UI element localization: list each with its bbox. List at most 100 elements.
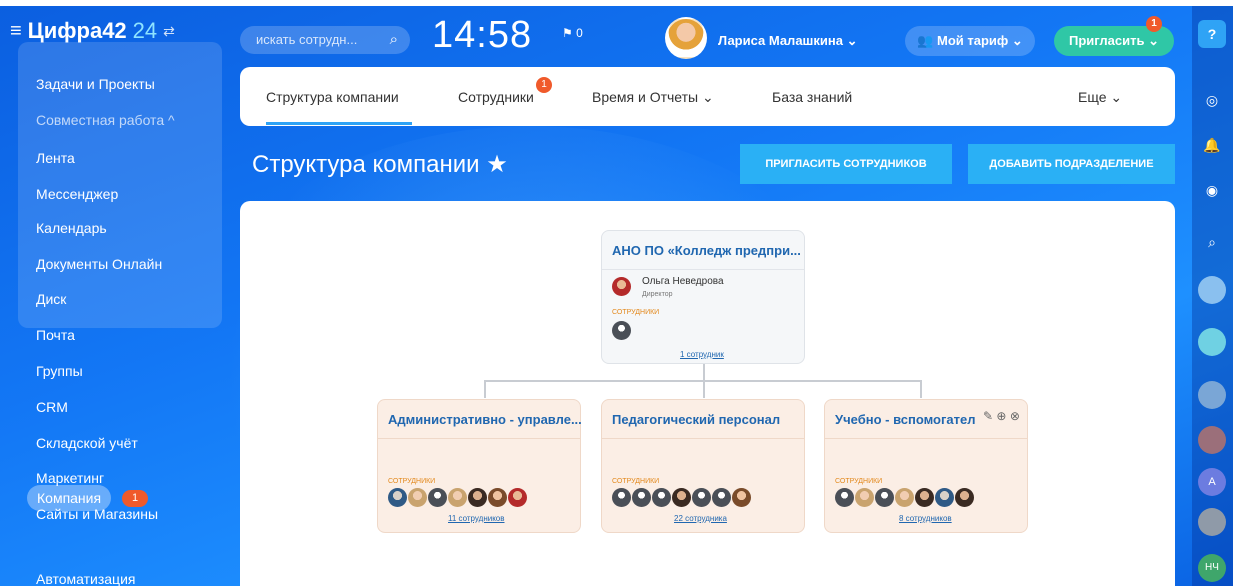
employee-avatar[interactable] bbox=[652, 488, 671, 507]
employee-avatar[interactable] bbox=[388, 488, 407, 507]
department-card-admin[interactable]: Административно - управле... СОТРУДНИКИ … bbox=[377, 399, 582, 533]
user-menu[interactable]: Лариса Малашкина ⌄ bbox=[718, 33, 857, 49]
employee-count-link[interactable]: 8 сотрудников bbox=[899, 514, 952, 523]
edit-icon[interactable]: ✎ bbox=[983, 409, 993, 423]
clock[interactable]: 14:58 bbox=[432, 14, 532, 57]
tab-knowledge-base[interactable]: База знаний bbox=[772, 89, 852, 105]
search-placeholder: искать сотрудн... bbox=[256, 32, 358, 47]
employee-avatar[interactable] bbox=[468, 488, 487, 507]
head-name[interactable]: Ольга Неведрова bbox=[642, 276, 724, 287]
chat-icon[interactable]: ◉ bbox=[1198, 176, 1226, 204]
contact-avatar-2[interactable] bbox=[1198, 328, 1226, 356]
tab-employees[interactable]: Сотрудники bbox=[458, 89, 534, 105]
tab-time-reports[interactable]: Время и Отчеты ⌄ bbox=[592, 89, 714, 106]
card-divider bbox=[825, 438, 1027, 439]
card-tools: ✎ ⊕ ⊗ bbox=[983, 409, 1020, 423]
sidebar-item-feed[interactable]: Лента bbox=[36, 150, 75, 166]
user-avatar[interactable] bbox=[665, 17, 707, 59]
add-department-button[interactable]: ДОБАВИТЬ ПОДРАЗДЕЛЕНИЕ bbox=[968, 144, 1175, 184]
sidebar-item-automation[interactable]: Автоматизация bbox=[36, 571, 135, 586]
invite-employees-button[interactable]: ПРИГЛАСИТЬ СОТРУДНИКОВ bbox=[740, 144, 952, 184]
department-title[interactable]: Педагогический персонал bbox=[612, 412, 780, 427]
sidebar-item-tasks[interactable]: Задачи и Проекты bbox=[36, 76, 155, 92]
employee-avatar[interactable] bbox=[672, 488, 691, 507]
connector-vertical-root bbox=[703, 363, 705, 381]
org-structure-canvas[interactable]: АНО ПО «Колледж предпри... Ольга Неведро… bbox=[240, 201, 1175, 586]
tab-more[interactable]: Еще ⌄ bbox=[1078, 89, 1122, 106]
employee-count-link[interactable]: 11 сотрудников bbox=[448, 514, 505, 523]
employee-avatars bbox=[612, 488, 752, 507]
department-title[interactable]: Учебно - вспомогательный bbox=[835, 412, 975, 427]
help-icon[interactable]: ? bbox=[1198, 20, 1226, 48]
rail-search-icon[interactable]: ⌕ bbox=[1198, 228, 1226, 256]
sidebar-item-mail[interactable]: Почта bbox=[36, 327, 75, 343]
employee-count-link[interactable]: 1 сотрудник bbox=[680, 350, 724, 359]
tab-structure[interactable]: Структура компании bbox=[266, 89, 399, 105]
contact-avatar-nch[interactable]: НЧ bbox=[1198, 554, 1226, 582]
logo[interactable]: ≡ Цифра42 24 ⇄ bbox=[10, 18, 175, 44]
employee-avatar[interactable] bbox=[508, 488, 527, 507]
employee-avatar[interactable] bbox=[855, 488, 874, 507]
sidebar-item-messenger[interactable]: Мессенджер bbox=[36, 186, 118, 202]
employee-avatar[interactable] bbox=[448, 488, 467, 507]
invite-label: Пригласить ⌄ bbox=[1069, 33, 1159, 48]
search-icon[interactable]: ⌕ bbox=[390, 26, 398, 54]
employee-avatar[interactable] bbox=[835, 488, 854, 507]
employee-avatars bbox=[612, 321, 632, 340]
employee-avatar[interactable] bbox=[612, 488, 631, 507]
employee-avatar[interactable] bbox=[632, 488, 651, 507]
contact-avatar-a[interactable]: A bbox=[1198, 468, 1226, 496]
contact-avatar-4[interactable] bbox=[1198, 426, 1226, 454]
sidebar-item-crm[interactable]: CRM bbox=[36, 399, 68, 415]
sidebar-item-collab[interactable]: Совместная работа ^ bbox=[36, 112, 175, 128]
sidebar-item-calendar[interactable]: Календарь bbox=[36, 220, 107, 236]
tab-employees-badge: 1 bbox=[536, 77, 552, 93]
employee-avatar[interactable] bbox=[875, 488, 894, 507]
tariff-button[interactable]: 👥 Мой тариф ⌄ bbox=[905, 26, 1035, 56]
flag-counter[interactable]: ⚑ 0 bbox=[562, 26, 583, 40]
contact-avatar-5[interactable] bbox=[1198, 508, 1226, 536]
department-card-teaching[interactable]: Педагогический персонал СОТРУДНИКИ 22 со… bbox=[601, 399, 805, 533]
bell-icon[interactable]: 🔔 bbox=[1198, 131, 1226, 159]
employees-label: СОТРУДНИКИ bbox=[835, 478, 883, 485]
page-title: Структура компании ★ bbox=[252, 151, 508, 178]
employee-avatar[interactable] bbox=[895, 488, 914, 507]
remove-icon[interactable]: ⊗ bbox=[1010, 409, 1020, 423]
head-avatar[interactable] bbox=[612, 277, 631, 296]
contact-avatar-1[interactable] bbox=[1198, 276, 1226, 304]
invite-badge: 1 bbox=[1146, 16, 1162, 32]
invite-button[interactable]: Пригласить ⌄ 1 bbox=[1054, 16, 1174, 56]
department-card-support[interactable]: Учебно - вспомогательный ✎ ⊕ ⊗ СОТРУДНИК… bbox=[824, 399, 1028, 533]
employee-avatar[interactable] bbox=[955, 488, 974, 507]
root-department-title[interactable]: АНО ПО «Колледж предпри... bbox=[612, 243, 801, 258]
root-department-card[interactable]: АНО ПО «Колледж предпри... Ольга Неведро… bbox=[601, 230, 805, 364]
sidebar-item-company[interactable]: Компания bbox=[27, 485, 112, 511]
add-icon[interactable]: ⊕ bbox=[996, 409, 1006, 423]
menu-icon[interactable]: ≡ bbox=[10, 20, 22, 43]
employee-avatar[interactable] bbox=[712, 488, 731, 507]
employee-avatar[interactable] bbox=[488, 488, 507, 507]
active-tab-underline bbox=[266, 122, 412, 125]
employee-avatar[interactable] bbox=[692, 488, 711, 507]
sidebar-item-docs[interactable]: Документы Онлайн bbox=[36, 256, 162, 272]
employees-label: СОТРУДНИКИ bbox=[388, 478, 436, 485]
employee-avatar[interactable] bbox=[732, 488, 751, 507]
employee-avatar[interactable] bbox=[915, 488, 934, 507]
employees-label: СОТРУДНИКИ bbox=[612, 309, 660, 316]
employee-avatar[interactable] bbox=[408, 488, 427, 507]
swap-icon[interactable]: ⇄ bbox=[163, 23, 175, 40]
copilot-icon[interactable]: ◎ bbox=[1198, 86, 1226, 114]
employee-count-link[interactable]: 22 сотрудника bbox=[674, 514, 727, 523]
sidebar-item-marketing[interactable]: Маркетинг bbox=[36, 470, 104, 486]
department-title[interactable]: Административно - управле... bbox=[388, 412, 582, 427]
sidebar-item-disk[interactable]: Диск bbox=[36, 291, 66, 307]
search-input[interactable]: искать сотрудн... ⌕ bbox=[240, 26, 410, 54]
contact-avatar-3[interactable] bbox=[1198, 381, 1226, 409]
sidebar-item-warehouse[interactable]: Складской учёт bbox=[36, 435, 138, 451]
card-divider bbox=[602, 438, 804, 439]
employee-avatar-placeholder[interactable] bbox=[612, 321, 631, 340]
employee-avatar[interactable] bbox=[428, 488, 447, 507]
employee-avatar[interactable] bbox=[935, 488, 954, 507]
sidebar-item-groups[interactable]: Группы bbox=[36, 363, 83, 379]
flag-count: 0 bbox=[576, 26, 583, 40]
